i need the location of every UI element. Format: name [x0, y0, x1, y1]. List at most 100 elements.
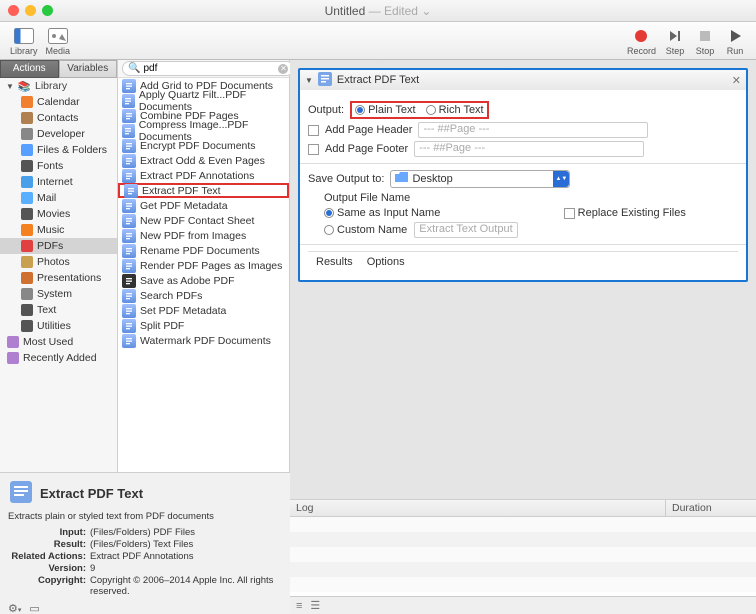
tab-actions[interactable]: Actions — [0, 60, 59, 78]
radio-plain-text[interactable]: Plain Text — [355, 104, 416, 116]
sidebar-item-developer[interactable]: Developer — [0, 126, 117, 142]
titlebar: Untitled — Edited ⌄ — [0, 0, 756, 22]
step-icon — [664, 26, 686, 46]
tab-options[interactable]: Options — [367, 256, 405, 268]
action-row[interactable]: Get PDF Metadata — [118, 198, 289, 213]
action-icon — [124, 184, 138, 198]
category-icon — [20, 288, 33, 301]
gear-icon[interactable]: ⚙︎▾ — [8, 602, 21, 614]
tab-variables[interactable]: Variables — [59, 60, 118, 78]
custom-name-input[interactable]: Extract Text Output — [414, 222, 517, 238]
action-icon — [122, 124, 135, 138]
save-output-label: Save Output to: — [308, 173, 384, 185]
radio-custom-name[interactable]: Custom Name Extract Text Output — [324, 222, 518, 238]
category-icon — [20, 240, 33, 253]
log-header-log[interactable]: Log — [290, 500, 666, 516]
radio-same-name[interactable]: Same as Input Name — [324, 207, 518, 219]
sidebar-item-text[interactable]: Text — [0, 302, 117, 318]
action-icon — [122, 94, 135, 108]
action-icon — [122, 214, 136, 228]
action-row[interactable]: Rename PDF Documents — [118, 243, 289, 258]
log-header-duration[interactable]: Duration — [666, 500, 756, 516]
sidebar-item-utilities[interactable]: Utilities — [0, 318, 117, 334]
action-row[interactable]: Split PDF — [118, 318, 289, 333]
desc-value: Extract PDF Annotations — [90, 551, 282, 562]
action-row[interactable]: New PDF Contact Sheet — [118, 213, 289, 228]
footer-input[interactable]: --- ##Page --- — [414, 141, 644, 157]
step-button[interactable]: Step — [664, 26, 686, 56]
log-view-list-icon[interactable]: ≡ — [296, 600, 302, 612]
category-icon — [20, 320, 33, 333]
sidebar-item-calendar[interactable]: Calendar — [0, 94, 117, 110]
disclosure-triangle-icon[interactable]: ▼ — [305, 76, 313, 85]
run-button[interactable]: Run — [724, 26, 746, 56]
category-icon — [20, 128, 33, 141]
sidebar-item-movies[interactable]: Movies — [0, 206, 117, 222]
sidebar-item-photos[interactable]: Photos — [0, 254, 117, 270]
action-row[interactable]: Compress Image...PDF Documents — [118, 123, 289, 138]
action-row[interactable]: Watermark PDF Documents — [118, 333, 289, 348]
sidebar-item-music[interactable]: Music — [0, 222, 117, 238]
media-toggle[interactable]: Media — [46, 26, 71, 56]
log-view-detail-icon[interactable]: ☰ — [310, 599, 320, 612]
library-label[interactable]: Library — [35, 80, 67, 92]
clear-search-button[interactable]: ✕ — [278, 64, 288, 74]
step-icon — [318, 72, 332, 89]
output-highlight: Plain Text Rich Text — [350, 101, 489, 119]
sidebar-item-internet[interactable]: Internet — [0, 174, 117, 190]
sidebar-item-system[interactable]: System — [0, 286, 117, 302]
desc-value: (Files/Folders) PDF Files — [90, 527, 282, 538]
action-icon — [122, 274, 136, 288]
action-row[interactable]: Extract Odd & Even Pages — [118, 153, 289, 168]
tab-results[interactable]: Results — [316, 256, 353, 268]
stop-button[interactable]: Stop — [694, 26, 716, 56]
checkbox-add-footer[interactable] — [308, 144, 319, 155]
sidebar-item-contacts[interactable]: Contacts — [0, 110, 117, 126]
sidebar-item-fonts[interactable]: Fonts — [0, 158, 117, 174]
action-icon — [8, 479, 34, 508]
sidebar-item-mail[interactable]: Mail — [0, 190, 117, 206]
sidebar-item-files-folders[interactable]: Files & Folders — [0, 142, 117, 158]
checkbox-add-header[interactable] — [308, 125, 319, 136]
desc-value: (Files/Folders) Text Files — [90, 539, 282, 550]
radio-rich-text[interactable]: Rich Text — [426, 104, 484, 116]
panel-icon — [13, 26, 35, 46]
workflow-area: ▼ Extract PDF Text ✕ Output: Plain Text … — [290, 60, 756, 614]
header-input[interactable]: --- ##Page --- — [418, 122, 648, 138]
remove-step-button[interactable]: ✕ — [732, 74, 741, 87]
description-summary: Extracts plain or styled text from PDF d… — [8, 511, 282, 522]
step-title: Extract PDF Text — [337, 74, 727, 86]
action-icon — [122, 109, 136, 123]
filename-section-label: Output File Name — [324, 192, 410, 204]
smart-folder-icon — [6, 336, 19, 349]
library-sidebar: Actions Variables ▼📚LibraryCalendarConta… — [0, 60, 118, 472]
library-toggle[interactable]: Library — [10, 26, 38, 56]
sidebar-item-pdfs[interactable]: PDFs — [0, 238, 117, 254]
category-icon — [20, 208, 33, 221]
save-location-select[interactable]: Desktop ▲▼ — [390, 170, 570, 188]
category-icon — [20, 160, 33, 173]
category-icon — [20, 112, 33, 125]
action-row[interactable]: Render PDF Pages as Images — [118, 258, 289, 273]
action-row[interactable]: Extract PDF Annotations — [118, 168, 289, 183]
sidebar-item-most-used[interactable]: Most Used — [0, 334, 117, 350]
category-icon — [20, 176, 33, 189]
action-row[interactable]: Save as Adobe PDF — [118, 273, 289, 288]
action-row[interactable]: Set PDF Metadata — [118, 303, 289, 318]
desc-value: Copyright © 2006–2014 Apple Inc. All rig… — [90, 575, 282, 597]
record-button[interactable]: Record — [627, 26, 656, 56]
action-row[interactable]: New PDF from Images — [118, 228, 289, 243]
panel-toggle-icon[interactable]: ▭ — [29, 602, 39, 614]
disclosure-triangle-icon[interactable]: ▼ — [6, 82, 14, 91]
action-icon — [122, 79, 136, 93]
sidebar-item-presentations[interactable]: Presentations — [0, 270, 117, 286]
category-icon — [20, 256, 33, 269]
checkbox-replace-existing[interactable]: Replace Existing Files — [564, 207, 686, 219]
action-row[interactable]: Extract PDF Text — [118, 183, 289, 198]
action-row[interactable]: Apply Quartz Filt...PDF Documents — [118, 93, 289, 108]
desc-key: Result: — [8, 539, 90, 550]
chevron-updown-icon: ▲▼ — [553, 171, 569, 187]
search-input[interactable] — [143, 63, 275, 74]
action-row[interactable]: Search PDFs — [118, 288, 289, 303]
sidebar-item-recently-added[interactable]: Recently Added — [0, 350, 117, 366]
